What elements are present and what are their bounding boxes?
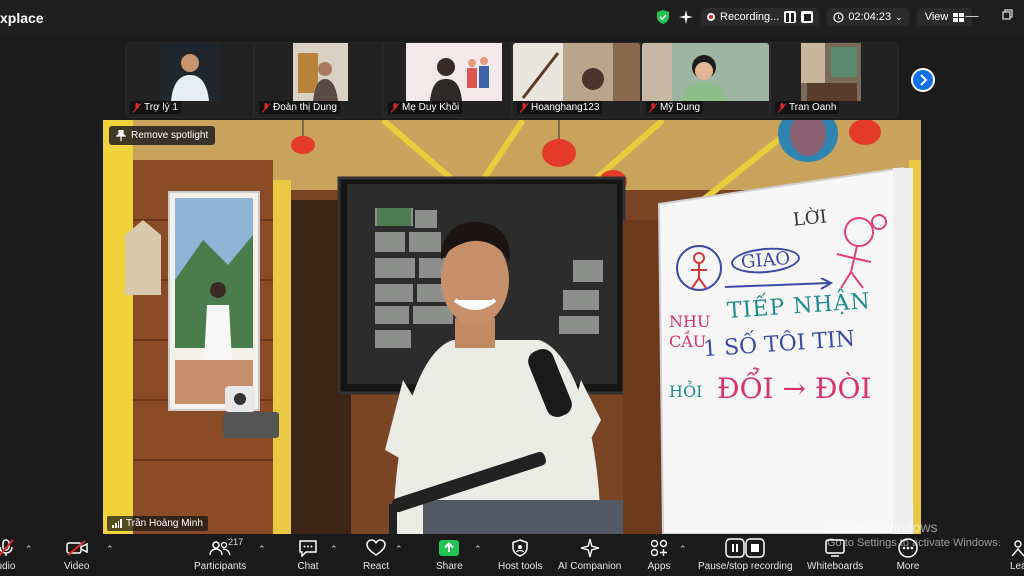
record-dot-icon [707, 13, 715, 21]
ai-sparkle-icon [580, 538, 599, 558]
participant-tile[interactable]: Mẹ Duy Khôi [384, 43, 511, 117]
participant-name-label: Mẹ Duy Khôi [388, 101, 463, 114]
mic-muted-icon [133, 102, 141, 113]
leave-icon [1011, 540, 1024, 557]
participants-count: 217 [228, 537, 244, 547]
participant-video [293, 43, 348, 101]
apps-icon [650, 539, 668, 557]
audio-options-caret[interactable]: ⌃ [25, 544, 33, 555]
speaker-name-label: Trần Hoàng Minh [107, 516, 208, 531]
mic-muted-icon [520, 102, 528, 113]
shield-icon[interactable] [655, 9, 671, 25]
restore-window-button[interactable] [1000, 9, 1014, 23]
stop-recording-button[interactable] [801, 11, 814, 23]
participant-video [161, 43, 219, 101]
timer-value: 02:04:23 [848, 11, 892, 23]
spotlight-video[interactable]: LỜI GIAO TIẾP NHẬN NHU CẦU 1 SỐ TÔI TIN … [103, 120, 921, 534]
clock-icon [833, 11, 844, 23]
audio-button[interactable]: udio [0, 538, 18, 572]
pause-recording-button[interactable] [784, 11, 797, 23]
app-title: xplace [0, 10, 44, 26]
participant-thumbnails: Trợ lý 1 Đoàn thị Dung Mẹ Duy Khôi Hoang… [125, 42, 899, 118]
pause-stop-recording-button[interactable]: Pause/stop recording [698, 538, 793, 572]
participant-name-label: Đoàn thị Dung [259, 101, 340, 114]
host-tools-button[interactable]: Host tools [498, 538, 542, 572]
participants-options-caret[interactable]: ⌃ [258, 544, 266, 555]
minimize-window-button[interactable]: — [965, 9, 979, 23]
chat-button[interactable]: Chat [296, 538, 320, 572]
mic-muted-icon [262, 102, 270, 113]
minimize-icon: — [965, 8, 979, 23]
participant-name-label: Hoanghang123 [517, 101, 603, 114]
remove-spotlight-button[interactable]: Remove spotlight [109, 126, 216, 145]
view-label: View [924, 11, 949, 23]
watermark-title: Activate Windows [827, 519, 938, 535]
mic-muted-icon [649, 102, 657, 113]
participant-name-label: Trợ lý 1 [130, 101, 181, 114]
next-page-button[interactable] [911, 68, 935, 92]
video-button[interactable]: Video [64, 538, 89, 572]
apps-options-caret[interactable]: ⌃ [679, 544, 687, 555]
meeting-status-group: Recording... 02:04:23 ⌄ View [655, 6, 973, 28]
apps-button[interactable]: Apps [647, 538, 671, 572]
pin-icon [116, 130, 126, 141]
remove-spotlight-label: Remove spotlight [131, 130, 209, 141]
stop-icon [803, 13, 811, 21]
whiteboard-text-nhu-cau: NHU CẦU [669, 312, 711, 351]
ai-sparkle-icon[interactable] [679, 10, 693, 24]
chat-options-caret[interactable]: ⌃ [330, 544, 338, 555]
whiteboard-drawing-figure [836, 214, 887, 289]
shield-icon [512, 539, 528, 557]
heart-icon [366, 539, 386, 556]
activate-windows-watermark: Activate Windows Go to Settings to activ… [827, 519, 1001, 551]
recording-label: Recording... [720, 11, 780, 23]
pause-icon [786, 12, 795, 22]
restore-icon [1001, 9, 1013, 20]
whiteboard-arrow [725, 278, 834, 290]
chat-icon [299, 540, 317, 557]
chevron-right-icon [920, 74, 928, 86]
mic-muted-icon [0, 539, 14, 557]
meeting-timer[interactable]: 02:04:23 ⌄ [827, 8, 909, 26]
watermark-subtitle: Go to Settings to activate Windows. [827, 537, 1001, 549]
participants-button[interactable]: 217 Participants [194, 537, 246, 572]
participant-tile[interactable]: Đoàn thị Dung [255, 43, 382, 117]
camera-off-icon [65, 540, 88, 556]
participant-tile[interactable]: Hoanghang123 [513, 43, 640, 117]
whiteboard-text-top: LỜI [791, 206, 828, 231]
title-bar: xplace Recording... 02:04:23 ⌄ View — [0, 0, 1024, 36]
participant-video [513, 43, 640, 101]
recording-indicator[interactable]: Recording... [701, 8, 820, 26]
share-button[interactable]: Share [436, 538, 463, 572]
whiteboard-text-hoi: HỎI [669, 382, 703, 401]
mic-muted-icon [391, 102, 399, 113]
participant-tile[interactable]: Mỹ Dung [642, 43, 769, 117]
participant-video [801, 43, 861, 101]
pause-stop-icon [725, 538, 765, 558]
view-button[interactable]: View [916, 8, 973, 26]
participant-tile[interactable]: Tran Oanh [771, 43, 898, 117]
react-button[interactable]: React [363, 538, 389, 572]
participant-video [406, 43, 502, 101]
signal-strength-icon [112, 519, 122, 528]
video-options-caret[interactable]: ⌃ [106, 544, 114, 555]
ai-companion-button[interactable]: AI Companion [558, 538, 621, 572]
leave-button[interactable]: Lea [1010, 538, 1024, 572]
chevron-down-icon: ⌄ [895, 11, 903, 22]
participant-tile[interactable]: Trợ lý 1 [126, 43, 253, 117]
share-options-caret[interactable]: ⌃ [474, 544, 482, 555]
react-options-caret[interactable]: ⌃ [395, 544, 403, 555]
mic-muted-icon [778, 102, 786, 113]
participant-video [642, 43, 769, 101]
speaker-video-feed [103, 120, 921, 534]
whiteboard-text-doi-doi: ĐỔI → ĐÒI [717, 372, 872, 405]
grid-view-icon [953, 12, 965, 22]
participant-name-label: Mỹ Dung [646, 101, 704, 114]
share-screen-icon [439, 540, 460, 556]
participant-name-label: Tran Oanh [775, 101, 840, 114]
